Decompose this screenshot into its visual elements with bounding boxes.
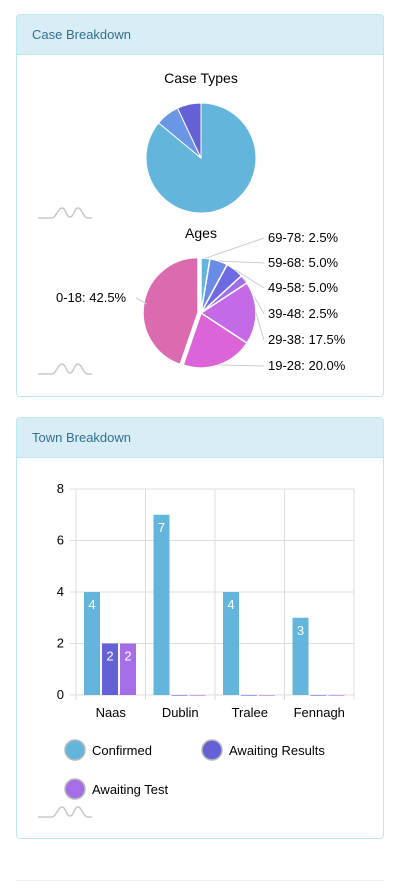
x-tick-label: Tralee (232, 705, 268, 720)
y-tick-label: 0 (57, 687, 64, 702)
age-slice-label: 19-28: 20.0% (268, 358, 346, 373)
town-bar-chart: 0246842 2Naas7Dublin4Tralee3Fennagh (57, 481, 355, 720)
case-types-pie (145, 102, 257, 214)
age-slice-label: 0-18: 42.5% (56, 290, 127, 305)
bar[interactable] (241, 695, 257, 696)
age-label-connector (218, 260, 265, 264)
bar[interactable] (259, 695, 275, 696)
legend-label[interactable]: Confirmed (92, 743, 152, 758)
age-label-connector (255, 312, 265, 341)
age-slice-label: 69-78: 2.5% (268, 230, 339, 245)
bar-value-label: 4 (88, 597, 95, 612)
town-chart-legend: Confirmed Awaiting Results Awaiting Test (64, 739, 325, 800)
bar[interactable] (171, 695, 188, 696)
y-tick-label: 6 (57, 533, 64, 548)
bar-value-label: 7 (158, 520, 165, 535)
ages-pie: 69-78: 2.5% 59-68: 5.0% 49-58: 5.0% 39-48: … (56, 230, 346, 373)
age-slice-label: 49-58: 5.0% (268, 280, 339, 295)
case-types-title: Case Types (164, 70, 238, 86)
x-tick-label: Naas (96, 705, 127, 720)
charts-canvas: Case Types Ages 69-78: 2.5% 59-68: 5.0% 49… (38, 70, 355, 818)
y-tick-label: 2 (57, 636, 64, 651)
bar[interactable] (153, 514, 170, 695)
y-tick-label: 8 (57, 481, 64, 496)
legend-label[interactable]: Awaiting Results (229, 743, 325, 758)
age-slice-label: 29-38: 17.5% (268, 332, 346, 347)
x-tick-label: Fennagh (294, 705, 345, 720)
age-slice-label: 59-68: 5.0% (268, 255, 339, 270)
legend-swatch[interactable] (64, 739, 86, 761)
chart-logo-icon (38, 207, 92, 219)
legend-label[interactable]: Awaiting Test (92, 782, 169, 797)
ages-title: Ages (185, 225, 217, 241)
age-slice-label: 39-48: 2.5% (268, 306, 339, 321)
chart-logo-icon (38, 363, 92, 375)
bar[interactable] (328, 695, 345, 696)
bar-value-label: 4 (227, 597, 234, 612)
bar-value-label: 2 (106, 649, 113, 664)
bar-value-label: 2 (124, 649, 131, 664)
legend-swatch[interactable] (64, 778, 86, 800)
chart-logo-icon (38, 806, 92, 818)
age-label-connector (205, 237, 265, 259)
bar[interactable] (189, 695, 206, 696)
bar[interactable] (310, 695, 327, 696)
x-tick-label: Dublin (162, 705, 199, 720)
y-tick-label: 4 (57, 584, 64, 599)
age-label-connector (218, 364, 265, 367)
bar-value-label: 3 (297, 623, 304, 638)
legend-swatch[interactable] (201, 739, 223, 761)
